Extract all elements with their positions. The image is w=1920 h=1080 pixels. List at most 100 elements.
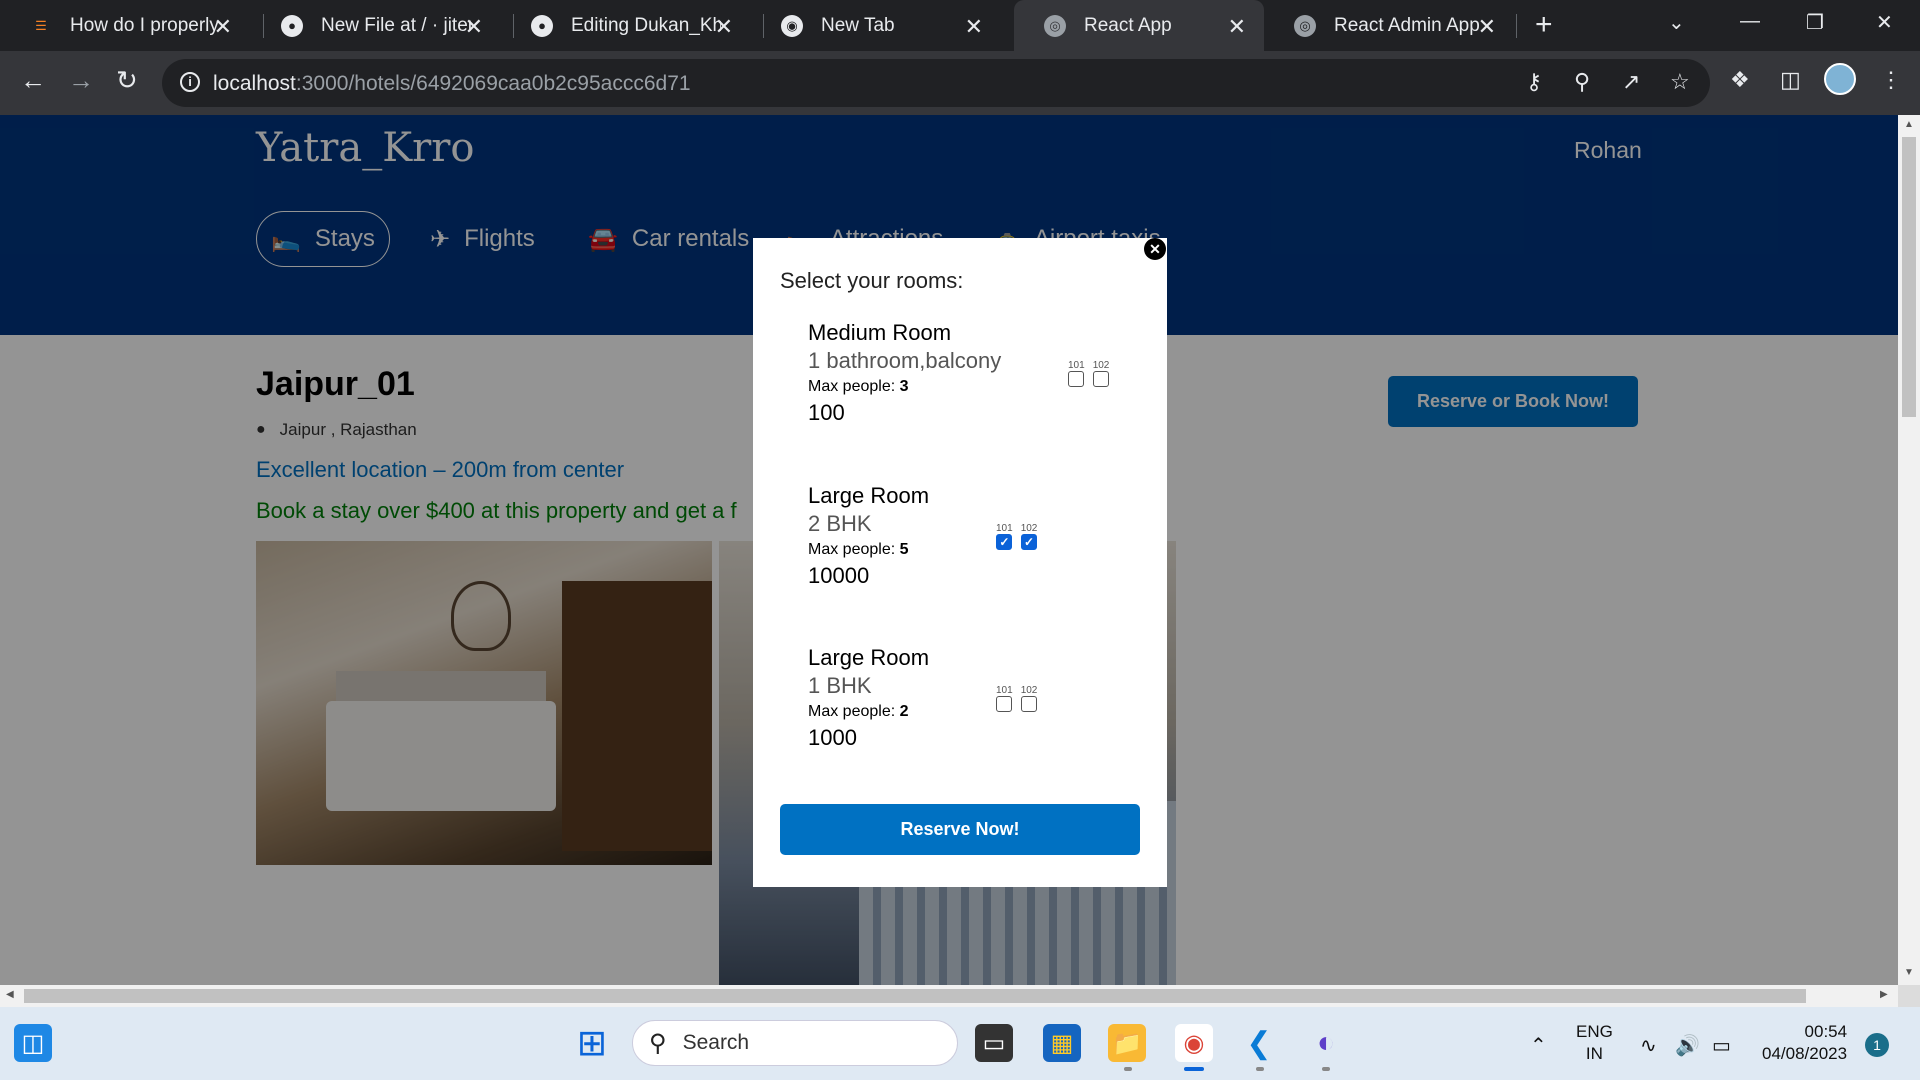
page-viewport: Yatra_Krro Rohan 🛌 Stays ✈ Flights 🚘 Car… [0,115,1898,985]
new-tab-button[interactable]: + [1535,8,1553,42]
reload-icon[interactable]: ↻ [116,65,138,96]
tab-title: React App [1084,14,1172,36]
vertical-scrollbar[interactable]: ▲ ▼ [1898,115,1920,985]
room-price: 1000 [808,725,857,750]
volume-icon[interactable]: 🔊 [1675,1033,1700,1058]
url-path: :3000/hotels/6492069caa0b2c95accc6d71 [295,72,691,95]
room-item: Medium Room 1 bathroom,balcony Max peopl… [808,320,1148,426]
tab-2[interactable]: ● Editing Dukan_Khat ✕ [501,0,751,51]
room-max-value: 2 [899,703,909,720]
menu-icon[interactable]: ⋮ [1880,67,1902,93]
scrollbar-thumb[interactable] [1902,137,1916,417]
notification-badge[interactable]: 1 [1865,1033,1889,1057]
globe-icon: ◎ [1044,14,1066,37]
room-number-label: 101 [996,685,1013,696]
tab-3[interactable]: ◉ New Tab ✕ [751,0,1001,51]
browser-toolbar: ← → ↻ i localhost:3000/hotels/6492069caa… [0,51,1920,115]
room-number-checkbox[interactable] [1093,371,1110,387]
tab-title: New Tab [821,14,895,36]
chrome-icon[interactable]: ◉ [1175,1024,1213,1062]
clock[interactable]: 00:54 04/08/2023 [1762,1021,1847,1065]
active-indicator [1184,1067,1204,1071]
room-item: Large Room 2 BHK Max people: 5 10000 101… [808,483,1148,589]
room-number-checkbox[interactable]: ✓ [1021,534,1038,550]
modal-title: Select your rooms: [780,268,964,293]
close-icon[interactable]: ✕ [1144,238,1166,260]
close-icon[interactable]: ✕ [465,14,483,40]
side-panel-icon[interactable]: ◫ [1780,67,1801,93]
close-icon[interactable]: ✕ [1478,14,1496,40]
url-host: localhost [213,72,296,95]
bookmark-star-icon[interactable]: ☆ [1670,69,1690,95]
address-bar[interactable]: i localhost:3000/hotels/6492069caa0b2c95… [162,59,1710,107]
room-max-people: Max people: 5 [808,541,1148,559]
room-number-label: 101 [996,523,1013,534]
reserve-now-button[interactable]: Reserve Now! [780,804,1140,855]
file-explorer-icon[interactable]: 📁 [1108,1024,1146,1062]
app-icon[interactable]: ◐ [1307,1024,1345,1062]
taskbar-search-label: Search [682,1031,750,1054]
room-number-label: 101 [1068,360,1085,371]
running-indicator [1124,1067,1132,1071]
scroll-down-icon[interactable]: ▼ [1904,967,1914,978]
close-icon[interactable]: ✕ [965,14,983,40]
tab-1[interactable]: ● New File at / · jitend ✕ [251,0,501,51]
url-text[interactable]: localhost:3000/hotels/6492069caa0b2c95ac… [213,72,691,96]
vscode-icon[interactable]: ❮ [1240,1024,1278,1062]
room-number-checkbox[interactable] [996,696,1013,712]
zoom-icon[interactable]: ⚲ [1574,69,1590,95]
tab-strip: ☰ How do I properly f ✕ ● New File at / … [0,0,1920,51]
globe-icon: ◎ [1294,14,1316,37]
room-number-checkbox[interactable] [1068,371,1085,387]
tab-4-active[interactable]: ◎ React App ✕ [1014,0,1264,51]
tab-separator [1516,14,1517,38]
room-number: 101 ✓ [996,523,1013,550]
scroll-right-icon[interactable]: ▶ [1880,989,1888,1000]
room-number-label: 102 [1020,685,1038,696]
battery-icon[interactable]: ▭ [1712,1033,1731,1058]
back-icon[interactable]: ← [20,65,46,96]
key-icon[interactable]: ⚷ [1526,69,1542,95]
task-view-icon[interactable]: ▭ [975,1024,1013,1062]
forward-icon[interactable]: → [68,65,94,96]
room-number: 102 ✓ [1020,523,1038,550]
scrollbar-thumb[interactable] [24,989,1806,1003]
tab-title: React Admin App [1334,14,1480,36]
taskbar-search[interactable]: ⚲ Search [632,1020,958,1066]
room-number: 101 [1068,360,1085,387]
start-icon[interactable]: ⊞ [573,1022,611,1063]
room-number-checkbox[interactable]: ✓ [996,534,1013,550]
room-item: Large Room 1 BHK Max people: 2 1000 101 … [808,645,1148,751]
scroll-left-icon[interactable]: ◀ [6,989,14,1000]
chrome-icon: ◉ [781,14,803,37]
scroll-up-icon[interactable]: ▲ [1904,119,1914,130]
restore-icon[interactable]: ❐ [1806,10,1824,35]
close-window-icon[interactable]: ✕ [1876,10,1893,35]
tab-title: Editing Dukan_Khat [571,14,721,36]
tab-search-icon[interactable]: ⌄ [1668,10,1685,35]
extensions-icon[interactable]: ❖ [1730,67,1750,93]
close-icon[interactable]: ✕ [715,14,733,40]
tab-0[interactable]: ☰ How do I properly f ✕ [0,0,250,51]
search-icon: ⚲ [649,1029,667,1057]
wifi-icon[interactable]: ∿ [1640,1033,1657,1058]
room-number-checkbox[interactable] [1021,696,1038,712]
horizontal-scrollbar[interactable]: ◀ ▶ [0,985,1898,1007]
minimize-icon[interactable]: — [1740,10,1760,33]
close-icon[interactable]: ✕ [1228,14,1246,40]
store-icon[interactable]: ▦ [1043,1024,1081,1062]
room-price: 10000 [808,563,870,588]
language-indicator[interactable]: ENG IN [1576,1021,1613,1065]
close-icon[interactable]: ✕ [214,14,232,40]
room-number-label: 102 [1020,523,1038,534]
room-max-people: Max people: 2 [808,703,1148,721]
room-desc: 1 BHK [808,673,872,698]
windows-taskbar: ◫ ⊞ ⚲ Search ▭ ▦ 📁 ◉ ❮ ◐ ⌃ ENG IN ∿ 🔊 ▭ … [0,1007,1920,1080]
chevron-up-icon[interactable]: ⌃ [1530,1033,1547,1058]
share-icon[interactable]: ↗ [1622,69,1640,95]
widgets-icon[interactable]: ◫ [14,1024,52,1062]
info-icon[interactable]: i [180,72,200,92]
tab-5[interactable]: ◎ React Admin App ✕ [1264,0,1514,51]
profile-avatar[interactable] [1824,63,1856,95]
lang-bottom: IN [1585,1044,1603,1063]
